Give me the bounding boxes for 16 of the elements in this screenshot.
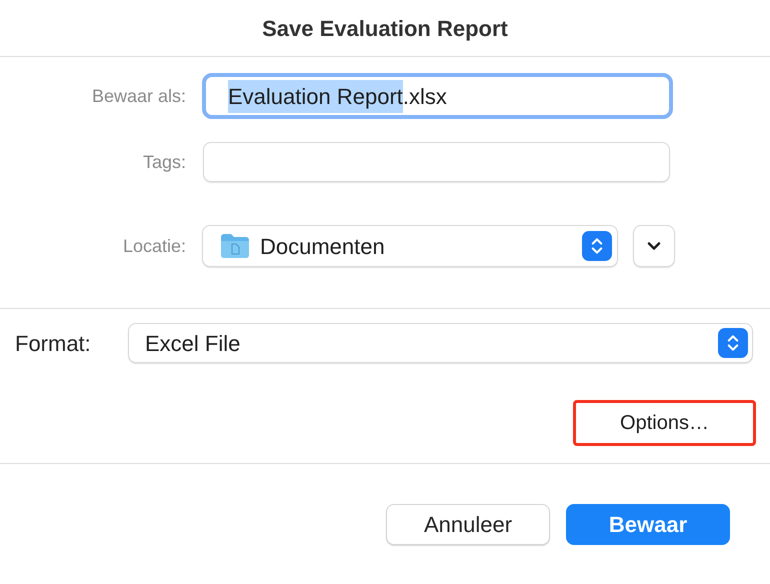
cancel-button[interactable]: Annuleer bbox=[386, 504, 550, 545]
folder-icon bbox=[220, 233, 250, 259]
window-title: Save Evaluation Report bbox=[262, 14, 508, 43]
expand-button[interactable] bbox=[633, 225, 675, 267]
stepper-icon bbox=[718, 328, 748, 358]
field-label: Tags: bbox=[142, 150, 187, 174]
location-dropdown[interactable]: Documenten bbox=[202, 225, 618, 267]
save-button[interactable]: Bewaar bbox=[566, 504, 730, 545]
tags-field[interactable] bbox=[203, 142, 670, 182]
field-label: Format: bbox=[14, 330, 92, 358]
filename-field[interactable]: Evaluation Report.xlsx bbox=[202, 73, 673, 119]
options-button[interactable]: Options… bbox=[573, 400, 756, 446]
field-label: Bewaar als: bbox=[90, 84, 187, 108]
stepper-icon bbox=[582, 231, 612, 261]
field-label: Locatie: bbox=[122, 234, 187, 258]
format-dropdown[interactable]: Excel File bbox=[128, 323, 753, 363]
